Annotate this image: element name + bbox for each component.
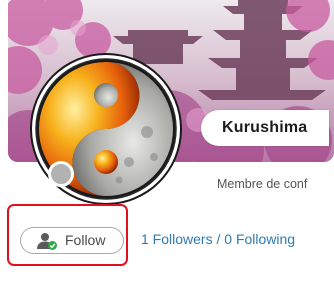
presence-indicator bbox=[48, 161, 74, 187]
stats-separator: / bbox=[212, 231, 225, 247]
profile-role: Membre de conf bbox=[217, 177, 308, 191]
follow-label: Follow bbox=[65, 232, 106, 248]
following-link[interactable]: 0 Following bbox=[224, 231, 295, 247]
user-check-icon bbox=[36, 231, 58, 251]
follow-button[interactable]: Follow bbox=[20, 227, 124, 254]
profile-name: Kurushima bbox=[222, 119, 308, 136]
follow-stats: 1 Followers / 0 Following bbox=[141, 231, 295, 247]
followers-link[interactable]: 1 Followers bbox=[141, 231, 213, 247]
